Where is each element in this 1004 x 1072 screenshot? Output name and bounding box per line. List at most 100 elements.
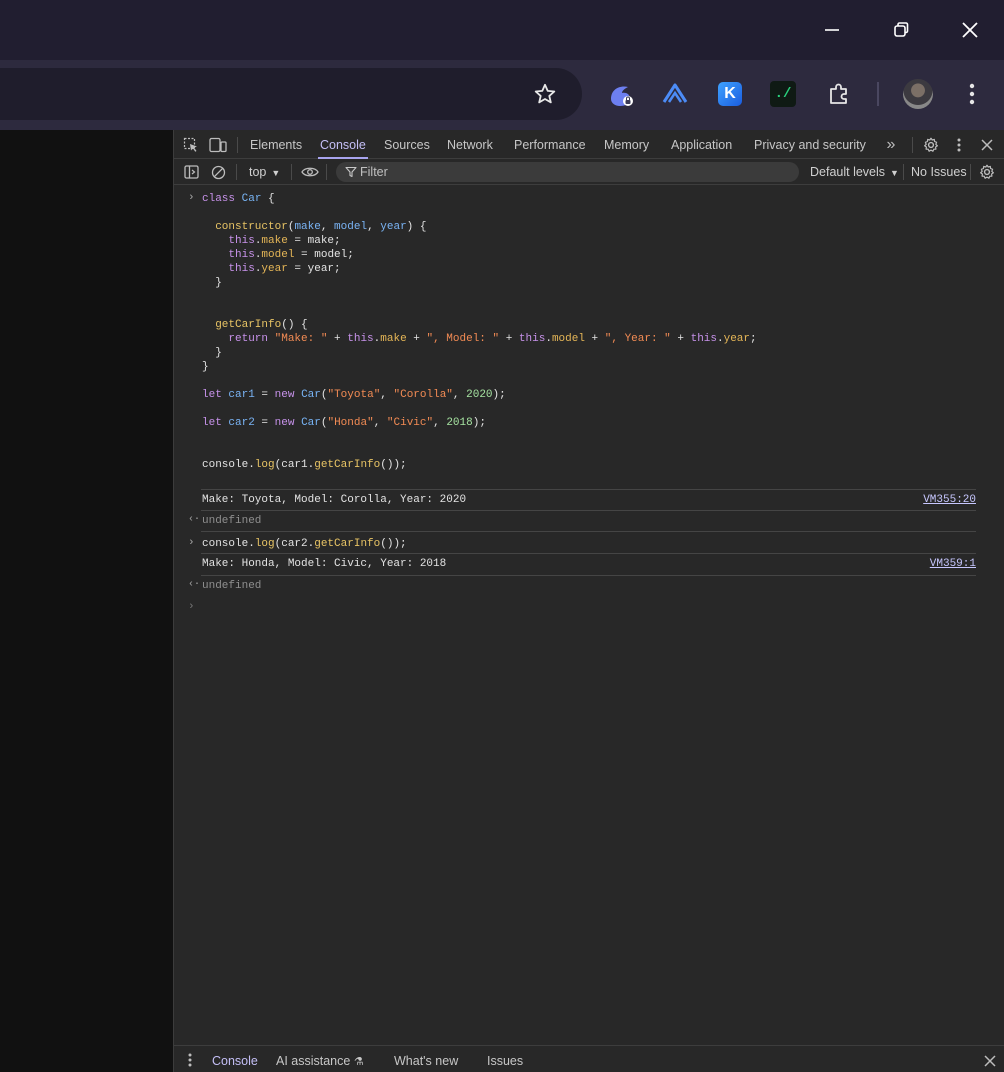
chevron-down-icon: ▼: [890, 168, 899, 178]
code-line: console.log(car1.getCarInfo());: [202, 459, 407, 471]
drawer-tab-issues[interactable]: Issues: [487, 1046, 523, 1072]
code-line: constructor(make, model, year) {: [215, 221, 427, 233]
close-devtools-button[interactable]: [977, 135, 997, 155]
tab-sources[interactable]: Sources: [382, 130, 432, 159]
tab-memory[interactable]: Memory: [602, 130, 651, 159]
log-levels-label: Default levels: [810, 165, 886, 179]
rabbit-extension-button[interactable]: [603, 76, 639, 112]
devtools-tab-separator: [912, 137, 913, 153]
restore-button[interactable]: [881, 10, 921, 50]
restore-icon: [894, 22, 909, 37]
toolbar-separator: [970, 164, 971, 180]
page-viewport[interactable]: [0, 130, 173, 1072]
property: year: [723, 333, 751, 345]
issues-counter[interactable]: No Issues: [911, 159, 967, 185]
k-extension-icon: K: [718, 82, 742, 106]
log-message: Make: Toyota, Model: Corolla, Year: 2020: [202, 494, 467, 506]
devtools-tab-separator: [237, 137, 238, 153]
number-literal: 2018: [446, 417, 473, 429]
row-divider: [201, 510, 976, 511]
drawer-tab-label: AI assistance: [276, 1054, 351, 1068]
toolbar-separator: [903, 164, 904, 180]
avatar: [903, 79, 933, 109]
row-divider: [201, 531, 976, 532]
minimize-icon: [825, 29, 839, 31]
terminal-extension-icon: ./: [770, 81, 796, 107]
profile-avatar-button[interactable]: [900, 76, 936, 112]
inspect-cursor-icon: [183, 137, 197, 152]
filter-funnel-icon: [345, 166, 357, 178]
drawer-tab-console[interactable]: Console: [212, 1046, 258, 1072]
log-message: Make: Honda, Model: Civic, Year: 2018: [202, 558, 447, 570]
context-selector-label: top: [249, 165, 267, 179]
close-drawer-button[interactable]: [980, 1051, 1000, 1071]
extensions-button[interactable]: [821, 76, 857, 112]
console-toolbar: top ▼ Default levels ▼ No Issues: [174, 159, 1004, 185]
tab-elements[interactable]: Elements: [248, 130, 304, 159]
string-literal: "Make: ": [274, 333, 328, 345]
code-line: console.log(car2.getCarInfo());: [202, 538, 407, 550]
filter-box[interactable]: [336, 162, 799, 182]
code-line: }: [202, 347, 222, 359]
window-titlebar: [0, 0, 1004, 60]
gear-icon: [924, 137, 938, 152]
arc-extension-icon: [662, 83, 688, 103]
close-window-button[interactable]: [950, 10, 990, 50]
code-line: getCarInfo() {: [215, 319, 308, 331]
code-line: this.year = year;: [228, 263, 341, 275]
tab-network[interactable]: Network: [445, 130, 495, 159]
result-arrow-icon: ‹·: [188, 579, 201, 590]
code-line: let car2 = new Car("Honda", "Civic", 201…: [202, 417, 486, 429]
console-prompt-input[interactable]: ›: [188, 601, 195, 613]
devtools-settings-button[interactable]: [921, 135, 941, 155]
string-literal: "Civic": [386, 417, 434, 429]
code-line: class Car {: [202, 193, 275, 205]
close-icon: [962, 22, 978, 38]
terminal-extension-button[interactable]: ./: [765, 76, 801, 112]
filter-input[interactable]: [360, 162, 790, 182]
code-line: this.model = model;: [228, 249, 354, 261]
browser-toolbar: K ./: [0, 60, 1004, 130]
tab-application[interactable]: Application: [669, 130, 734, 159]
string-literal: "Honda": [327, 417, 374, 429]
drawer-tab-whats-new[interactable]: What's new: [394, 1046, 458, 1072]
log-levels-dropdown[interactable]: Default levels ▼: [810, 159, 899, 185]
browser-menu-button[interactable]: [954, 76, 990, 112]
address-bar[interactable]: [0, 68, 582, 120]
source-link[interactable]: VM359:1: [930, 558, 976, 570]
toolbar-separator: [236, 164, 237, 180]
drawer-tab-ai-assistance[interactable]: AI assistance ⚗: [276, 1046, 364, 1072]
property: make: [380, 333, 407, 345]
tab-performance[interactable]: Performance: [512, 130, 588, 159]
context-selector[interactable]: top ▼: [249, 159, 280, 185]
source-link[interactable]: VM355:20: [923, 494, 976, 506]
string-literal: "Corolla": [393, 389, 453, 401]
arc-extension-button[interactable]: [657, 76, 693, 112]
tab-console[interactable]: Console: [318, 130, 368, 159]
drawer-menu-button[interactable]: [180, 1050, 200, 1070]
input-prompt-chevron-icon: ›: [188, 537, 195, 549]
input-prompt-chevron-icon: ›: [188, 192, 195, 204]
tab-privacy-and-security[interactable]: Privacy and security: [752, 130, 868, 159]
console-settings-button[interactable]: [977, 162, 997, 182]
minimize-button[interactable]: [812, 10, 852, 50]
console-log-row: Make: Toyota, Model: Corolla, Year: 2020…: [201, 489, 976, 510]
close-icon: [984, 1055, 996, 1067]
devtools-tabbar: Elements Console Sources Network Perform…: [174, 130, 1004, 159]
toolbar-separator: [326, 164, 327, 180]
star-outline-icon: [534, 83, 556, 104]
gear-icon: [980, 164, 994, 179]
more-tabs-button[interactable]: »: [881, 135, 901, 155]
toolbar-separator: [291, 164, 292, 180]
console-output[interactable]: › class Car { constructor(make, model, y…: [174, 185, 1004, 1045]
inspect-element-button[interactable]: [181, 135, 201, 155]
live-expression-button[interactable]: [300, 162, 320, 182]
device-toggle-icon: [209, 137, 227, 153]
devtools-menu-button[interactable]: [949, 135, 969, 155]
clear-console-button[interactable]: [208, 162, 228, 182]
k-extension-button[interactable]: K: [712, 76, 748, 112]
result-arrow-icon: ‹·: [188, 514, 201, 525]
show-sidebar-button[interactable]: [181, 162, 201, 182]
bookmark-button[interactable]: [527, 76, 563, 112]
device-toolbar-button[interactable]: [208, 135, 228, 155]
